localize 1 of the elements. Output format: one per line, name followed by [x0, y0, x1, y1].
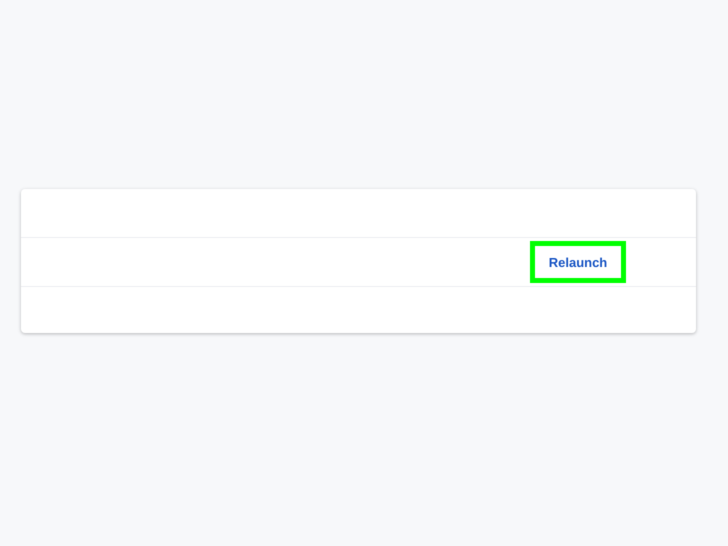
relaunch-button[interactable]: Relaunch	[530, 241, 626, 283]
